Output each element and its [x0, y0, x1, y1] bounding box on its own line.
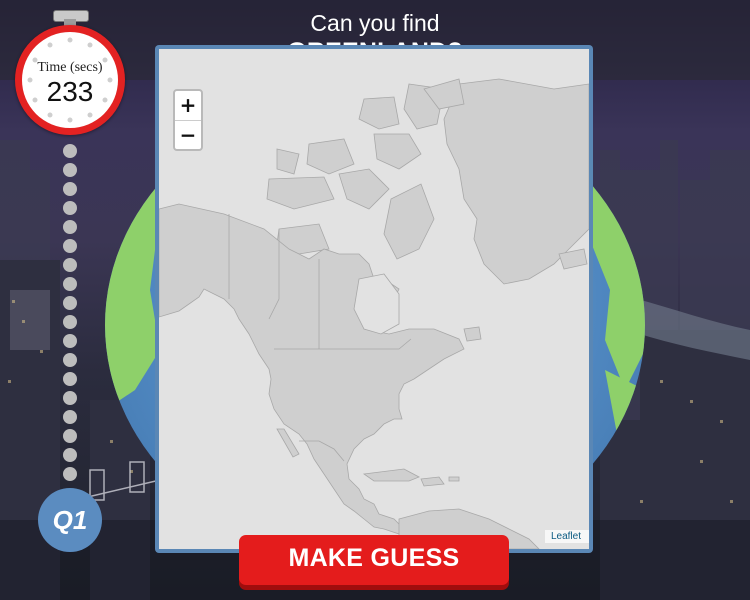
progress-dot [63, 372, 77, 386]
progress-dot [63, 391, 77, 405]
timer-stopwatch: Time (secs) 233 [15, 25, 125, 135]
progress-dot [63, 163, 77, 177]
zoom-in-button[interactable]: + [175, 91, 201, 121]
progress-dot [63, 448, 77, 462]
progress-dot [63, 201, 77, 215]
progress-dot [63, 220, 77, 234]
progress-dot [63, 353, 77, 367]
progress-dot [63, 258, 77, 272]
progress-dot [63, 315, 77, 329]
progress-dot [63, 429, 77, 443]
progress-dot [63, 296, 77, 310]
progress-dot [63, 239, 77, 253]
question-progress [62, 144, 78, 486]
zoom-out-button[interactable]: − [175, 121, 201, 150]
progress-dot [63, 467, 77, 481]
map-attribution-link[interactable]: Leaflet [544, 530, 589, 543]
progress-dot [63, 410, 77, 424]
question-number-badge: Q1 [38, 488, 102, 552]
timer-label: Time (secs) [37, 60, 103, 75]
progress-dot [63, 144, 77, 158]
timer-value: 233 [46, 76, 94, 107]
map-frame: + − Leaflet [155, 45, 593, 553]
progress-dot [63, 182, 77, 196]
progress-dot [63, 277, 77, 291]
make-guess-button[interactable]: MAKE GUESS [239, 535, 509, 585]
zoom-control: + − [173, 89, 203, 151]
map-view[interactable]: + − Leaflet [159, 49, 589, 549]
stopwatch-face: Time (secs) 233 [22, 32, 118, 128]
progress-dot [63, 334, 77, 348]
